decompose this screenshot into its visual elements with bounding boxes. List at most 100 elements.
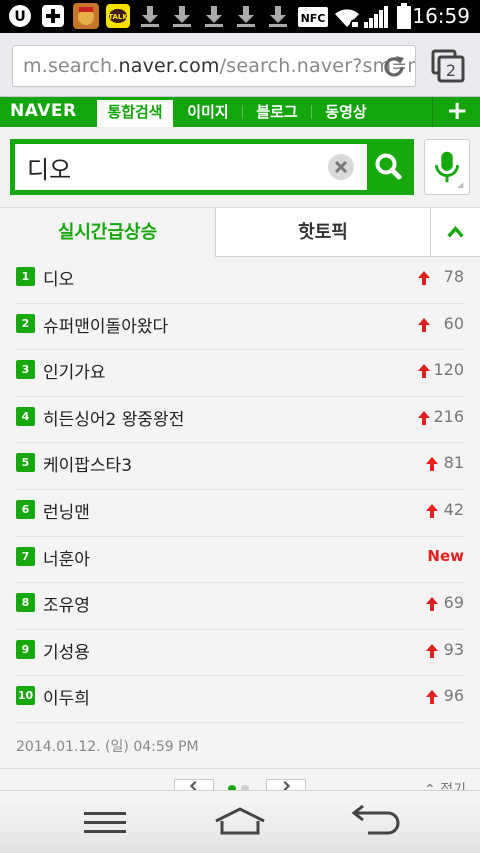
back-icon[interactable]	[350, 805, 400, 839]
list-item[interactable]: 9 기성용 93	[16, 630, 464, 677]
ranking-list: 1 디오 78 2 슈퍼맨이돌아왔다 60 3 인기가요 120 4 히든싱어2…	[16, 257, 464, 723]
rank-change: 96	[443, 686, 464, 706]
rank-badge: 9	[16, 639, 35, 659]
rank-change: 81	[443, 453, 464, 473]
tabs-icon[interactable]: 2	[430, 48, 466, 84]
arrow-up-icon	[418, 364, 430, 379]
kakaotalk-icon: TALK	[106, 4, 130, 28]
rank-badge: 6	[16, 499, 35, 519]
keyword[interactable]: 이두희	[43, 684, 90, 709]
voice-search-button[interactable]	[424, 139, 470, 195]
download-icon	[173, 6, 191, 27]
more-tabs-button[interactable]: +	[446, 96, 468, 126]
pager: ⌃ 접기	[0, 768, 480, 798]
list-item[interactable]: 3 인기가요 120	[16, 350, 464, 397]
tab-video[interactable]: 동영상	[315, 97, 377, 127]
svg-text:U: U	[14, 9, 25, 25]
download-icon	[269, 6, 287, 27]
rank-badge: 3	[16, 360, 35, 380]
arrow-up-icon	[426, 690, 438, 705]
new-badge: New	[427, 546, 464, 565]
tab-images[interactable]: 이미지	[177, 97, 239, 127]
arrow-up-icon	[418, 410, 430, 425]
rank-change: 60	[443, 313, 464, 333]
arrow-up-icon	[418, 317, 430, 332]
rank-change: 93	[443, 639, 464, 659]
menu-icon[interactable]	[82, 805, 128, 839]
nfc-icon: NFC	[298, 7, 328, 27]
rank-badge: 2	[16, 313, 35, 333]
browser-toolbar: m.search.naver.com/search.naver?sm=mtl 2	[0, 33, 480, 97]
svg-text:2: 2	[446, 61, 456, 80]
nav-divider	[432, 97, 433, 127]
rank-badge: 4	[16, 406, 35, 426]
rank-badge: 7	[16, 546, 35, 566]
keyword[interactable]: 런닝맨	[43, 498, 90, 523]
arrow-up-icon	[426, 643, 438, 658]
rank-badge: 5	[16, 453, 35, 473]
naver-nav: NAVER 통합검색 이미지 블로그 동영상 +	[0, 96, 480, 127]
keyword[interactable]: 조유영	[43, 591, 90, 616]
home-icon[interactable]	[213, 805, 267, 839]
list-item[interactable]: 6 런닝맨 42	[16, 490, 464, 537]
signal-icon	[364, 6, 388, 28]
nav-divider	[242, 105, 243, 119]
rank-badge: 1	[16, 267, 35, 286]
tab-integrated-search[interactable]: 통합검색	[97, 97, 173, 127]
arrow-up-icon	[426, 597, 438, 612]
keyword[interactable]: 디오	[43, 265, 74, 290]
arrow-up-icon	[426, 457, 438, 472]
list-item[interactable]: 4 히든싱어2 왕중왕전 216	[16, 397, 464, 444]
arrow-up-icon	[426, 503, 438, 518]
list-item[interactable]: 10 이두희 96	[16, 676, 464, 723]
nav-divider	[311, 105, 312, 119]
svg-text:NFC: NFC	[301, 12, 326, 25]
download-icon	[237, 6, 255, 27]
u-plus-icon: U	[9, 5, 31, 27]
arrow-up-icon	[418, 271, 430, 285]
chevron-up-icon[interactable]	[430, 208, 480, 257]
tab-blog[interactable]: 블로그	[246, 97, 308, 127]
reload-icon[interactable]	[379, 52, 409, 82]
system-navigation-bar	[0, 790, 480, 853]
list-item[interactable]: 7 너훈아 New	[16, 537, 464, 584]
url-field[interactable]: m.search.naver.com/search.naver?sm=mtl	[12, 45, 416, 87]
svg-text:TALK: TALK	[108, 13, 128, 21]
search-button[interactable]	[367, 144, 409, 190]
rank-change: 69	[443, 593, 464, 613]
rank-change: 216	[433, 406, 464, 426]
game-app-icon	[73, 3, 99, 29]
url-text: m.search.naver.com/search.naver?sm=mtl	[23, 55, 415, 77]
search-area	[0, 127, 480, 208]
keyword[interactable]: 케이팝스타3	[43, 451, 132, 476]
keyword[interactable]: 히든싱어2 왕중왕전	[43, 405, 184, 430]
add-icon	[42, 5, 64, 27]
rank-change: 120	[433, 360, 464, 380]
keyword[interactable]: 너훈아	[43, 545, 90, 570]
list-item[interactable]: 2 슈퍼맨이돌아왔다 60	[16, 304, 464, 351]
search-box	[10, 139, 414, 195]
rank-badge: 10	[16, 686, 35, 706]
rank-change: 42	[443, 499, 464, 519]
battery-icon	[397, 3, 411, 29]
rank-badge: 8	[16, 593, 35, 613]
tab-realtime-rising[interactable]: 실시간급상승	[0, 208, 215, 257]
clock: 16:59	[412, 4, 470, 28]
download-icon	[141, 6, 159, 27]
keyword[interactable]: 기성용	[43, 638, 90, 663]
keyword[interactable]: 인기가요	[43, 358, 106, 383]
keyword[interactable]: 슈퍼맨이돌아왔다	[43, 312, 168, 337]
wifi-icon	[335, 9, 360, 29]
trend-tabs: 실시간급상승 핫토픽	[0, 208, 480, 257]
naver-logo[interactable]: NAVER	[10, 101, 77, 121]
status-bar: U TALK NFC 16:59	[0, 0, 480, 33]
tab-hot-topic[interactable]: 핫토픽	[215, 208, 430, 257]
list-item[interactable]: 1 디오 78	[16, 257, 464, 304]
list-item[interactable]: 8 조유영 69	[16, 583, 464, 630]
update-timestamp: 2014.01.12. (일) 04:59 PM	[16, 739, 199, 755]
clear-icon[interactable]	[328, 154, 354, 180]
rank-change: 78	[443, 267, 464, 286]
list-item[interactable]: 5 케이팝스타3 81	[16, 443, 464, 490]
search-input[interactable]	[15, 144, 365, 190]
download-icon	[205, 6, 223, 27]
